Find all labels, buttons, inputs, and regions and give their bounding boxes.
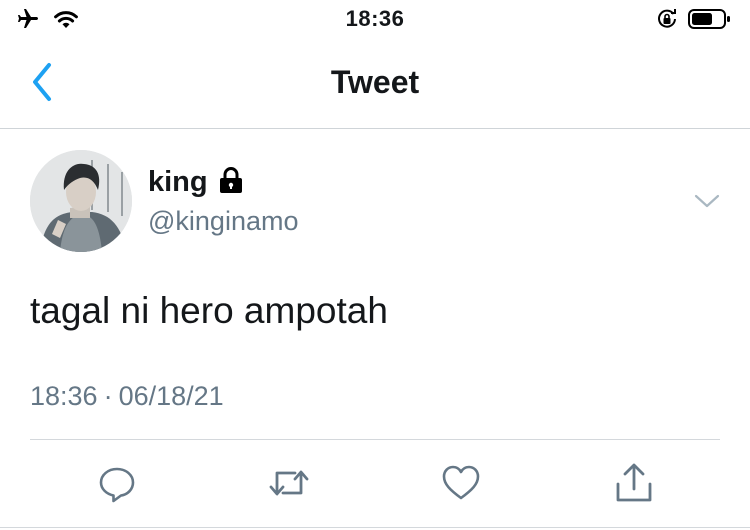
share-icon bbox=[614, 462, 654, 509]
status-bar: 18:36 bbox=[0, 0, 750, 44]
meta-separator: · bbox=[103, 381, 113, 411]
like-button[interactable] bbox=[438, 462, 484, 508]
user-handle[interactable]: @kinginamo bbox=[148, 206, 298, 237]
nav-bar: Tweet bbox=[0, 44, 750, 129]
avatar[interactable] bbox=[30, 150, 132, 252]
orientation-lock-icon bbox=[656, 8, 678, 35]
bottom-divider bbox=[0, 527, 750, 528]
reply-icon bbox=[97, 463, 137, 508]
tweet-date: 06/18/21 bbox=[118, 381, 224, 411]
more-options-button[interactable] bbox=[690, 188, 724, 218]
heart-icon bbox=[440, 463, 482, 508]
retweet-button[interactable] bbox=[266, 462, 312, 508]
page-title: Tweet bbox=[330, 64, 420, 100]
lock-icon bbox=[218, 166, 244, 199]
status-right-icons bbox=[656, 8, 732, 34]
action-bar bbox=[0, 440, 750, 528]
tweet-text: tagal ni hero ampotah bbox=[30, 290, 388, 331]
tweet-time: 18:36 bbox=[30, 381, 98, 411]
retweet-icon bbox=[267, 463, 311, 508]
status-time: 18:36 bbox=[345, 6, 405, 31]
battery-icon bbox=[688, 8, 732, 35]
share-button[interactable] bbox=[611, 462, 657, 508]
display-name[interactable]: king bbox=[148, 166, 208, 199]
tweet-timestamp[interactable]: 18:36 · 06/18/21 bbox=[30, 381, 224, 412]
chevron-down-icon bbox=[694, 193, 720, 214]
reply-button[interactable] bbox=[94, 462, 140, 508]
display-name-row: king bbox=[148, 166, 244, 199]
